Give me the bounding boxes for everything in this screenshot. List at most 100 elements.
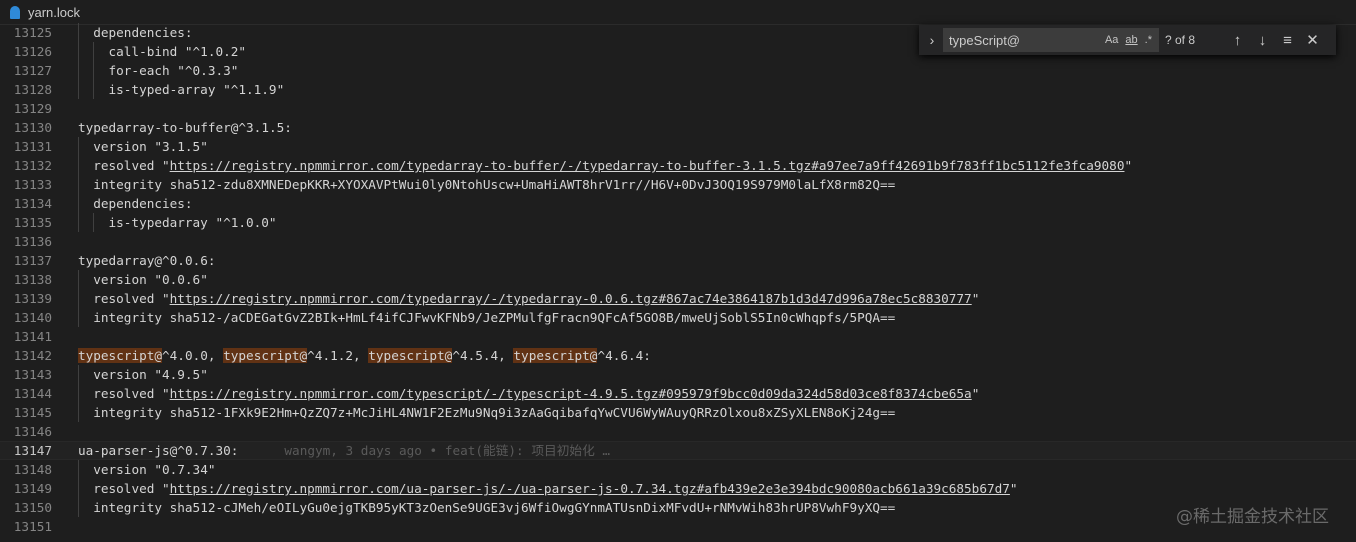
search-match: typescript@ (368, 348, 453, 363)
code-text: version "0.0.6" (93, 270, 208, 289)
tab-yarn-lock[interactable]: yarn.lock (0, 0, 90, 24)
code-line[interactable]: 13128 is-typed-array "^1.1.9" (0, 80, 1356, 99)
regex-button[interactable]: .* (1145, 34, 1152, 46)
indent-guide (78, 308, 79, 327)
indent-guide (78, 175, 79, 194)
code-line[interactable]: 13147 ua-parser-js@^0.7.30: wangym, 3 days… (0, 441, 1356, 460)
code-line[interactable]: 13127 for-each "^0.3.3" (0, 61, 1356, 80)
arrow-up-icon[interactable]: ↑ (1225, 32, 1250, 49)
line-number: 13139 (13, 291, 52, 306)
code-token: integrity sha512-zdu8XMNEDepKKR+XYOXAVPt… (93, 177, 896, 192)
line-number: 13144 (13, 386, 52, 401)
code-line[interactable]: 13130 typedarray-to-buffer@^3.1.5: (0, 118, 1356, 137)
indent-guide (78, 194, 79, 213)
code-line[interactable]: 13150 integrity sha512-cJMeh/eOILyGu0ejgT… (0, 498, 1356, 517)
indent-guide (93, 42, 95, 61)
code-token: " (1009, 481, 1018, 496)
chevron-right-icon[interactable]: › (923, 32, 941, 48)
line-number: 13133 (13, 177, 52, 192)
tab-label: yarn.lock (28, 4, 81, 20)
code-text: typescript@^4.0.0, typescript@^4.1.2, ty… (78, 346, 651, 365)
code-line[interactable]: 13135 is-typedarray "^1.0.0" (0, 213, 1356, 232)
code-token: resolved " (93, 158, 170, 173)
indent-guide (93, 213, 95, 232)
search-match: typescript@ (223, 348, 308, 363)
indent-guide (78, 384, 79, 403)
code-line[interactable]: 13131 version "3.1.5" (0, 137, 1356, 156)
line-number: 13137 (13, 253, 52, 268)
code-token: is-typed-array "^1.1.9" (108, 82, 285, 97)
url-link[interactable]: https://registry.npmmirror.com/typedarra… (170, 291, 972, 306)
code-token: ^4.1.2, (307, 348, 369, 363)
url-link[interactable]: https://registry.npmmirror.com/typedarra… (170, 158, 1125, 173)
code-text: ua-parser-js@^0.7.30: wangym, 3 days ago … (78, 442, 610, 459)
code-editor[interactable]: 13125 dependencies: 13126 call-bind "^1.0.2… (0, 23, 1356, 542)
code-line[interactable]: 13151 (0, 517, 1356, 536)
code-text: is-typedarray "^1.0.0" (109, 213, 277, 232)
indent-guide (93, 80, 95, 99)
code-text: resolved "https://registry.npmmirror.com… (93, 479, 1017, 498)
line-number: 13142 (13, 348, 52, 363)
find-input[interactable]: typeScript@ Aa ab .* (943, 28, 1159, 52)
indent-guide (78, 365, 79, 384)
indent-guide (78, 270, 79, 289)
code-token: ^4.5.4, (452, 348, 514, 363)
indent-guide (78, 156, 79, 175)
code-text: version "4.9.5" (93, 365, 208, 384)
code-line[interactable]: 13134 dependencies: (0, 194, 1356, 213)
line-number: 13129 (13, 101, 52, 116)
code-token: ^4.0.0, (162, 348, 224, 363)
url-link[interactable]: https://registry.npmmirror.com/typescrip… (170, 386, 972, 401)
code-line[interactable]: 13143 version "4.9.5" (0, 365, 1356, 384)
whole-word-button[interactable]: ab (1125, 34, 1137, 46)
code-line[interactable]: 13139 resolved "https://registry.npmmirro… (0, 289, 1356, 308)
code-line[interactable]: 13144 resolved "https://registry.npmmirro… (0, 384, 1356, 403)
code-line[interactable]: 13148 version "0.7.34" (0, 460, 1356, 479)
indent-guide (78, 137, 79, 156)
indent-guide (78, 403, 79, 422)
close-icon[interactable]: ✕ (1300, 31, 1325, 49)
watermark: @稀土掘金技术社区 (1176, 507, 1329, 527)
code-text: typedarray-to-buffer@^3.1.5: (78, 118, 292, 137)
code-line[interactable]: 13141 (0, 327, 1356, 346)
url-link[interactable]: https://registry.npmmirror.com/ua-parser… (170, 481, 1010, 496)
indent-guide (78, 213, 79, 232)
code-line[interactable]: 13140 integrity sha512-/aCDEGatGvZ2BIk+Hm… (0, 308, 1356, 327)
indent-guide (78, 42, 79, 61)
code-line[interactable]: 13129 (0, 99, 1356, 118)
code-token: " (971, 291, 980, 306)
code-line[interactable]: 13132 resolved "https://registry.npmmirro… (0, 156, 1356, 175)
line-number: 13141 (13, 329, 52, 344)
code-text: integrity sha512-cJMeh/eOILyGu0ejgTKB95y… (93, 498, 895, 517)
line-number: 13130 (13, 120, 52, 135)
code-line[interactable]: 13146 (0, 422, 1356, 441)
find-in-selection-icon[interactable]: ≡ (1275, 32, 1300, 49)
code-text: version "3.1.5" (93, 137, 208, 156)
code-text: resolved "https://registry.npmmirror.com… (93, 384, 979, 403)
code-text: typedarray@^0.0.6: (78, 251, 216, 270)
yarn-icon (10, 5, 20, 19)
code-text: is-typed-array "^1.1.9" (109, 80, 285, 99)
line-number: 13125 (13, 25, 52, 40)
code-line[interactable]: 13133 integrity sha512-zdu8XMNEDepKKR+XYO… (0, 175, 1356, 194)
code-line[interactable]: 13136 (0, 232, 1356, 251)
arrow-down-icon[interactable]: ↓ (1250, 32, 1275, 49)
code-line[interactable]: 13138 version "0.0.6" (0, 270, 1356, 289)
code-line[interactable]: 13149 resolved "https://registry.npmmirro… (0, 479, 1356, 498)
code-text: integrity sha512-1FXk9E2Hm+QzZQ7z+McJiHL… (93, 403, 895, 422)
code-token: integrity sha512-/aCDEGatGvZ2BIk+HmLf4if… (93, 310, 896, 325)
line-number: 13151 (13, 519, 52, 534)
line-number: 13148 (13, 462, 52, 477)
code-line[interactable]: 13145 integrity sha512-1FXk9E2Hm+QzZQ7z+M… (0, 403, 1356, 422)
match-case-button[interactable]: Aa (1105, 34, 1118, 46)
code-token: version "0.7.34" (93, 462, 216, 477)
code-token: typedarray-to-buffer@^3.1.5: (78, 120, 292, 135)
find-input-value: typeScript@ (949, 32, 1020, 48)
line-number: 13136 (13, 234, 52, 249)
code-line[interactable]: 13142 typescript@^4.0.0, typescript@^4.1.… (0, 346, 1356, 365)
line-number: 13149 (13, 481, 52, 496)
code-token: dependencies: (93, 196, 193, 211)
code-line[interactable]: 13137 typedarray@^0.0.6: (0, 251, 1356, 270)
indent-guide (78, 289, 79, 308)
code-token: version "4.9.5" (93, 367, 208, 382)
